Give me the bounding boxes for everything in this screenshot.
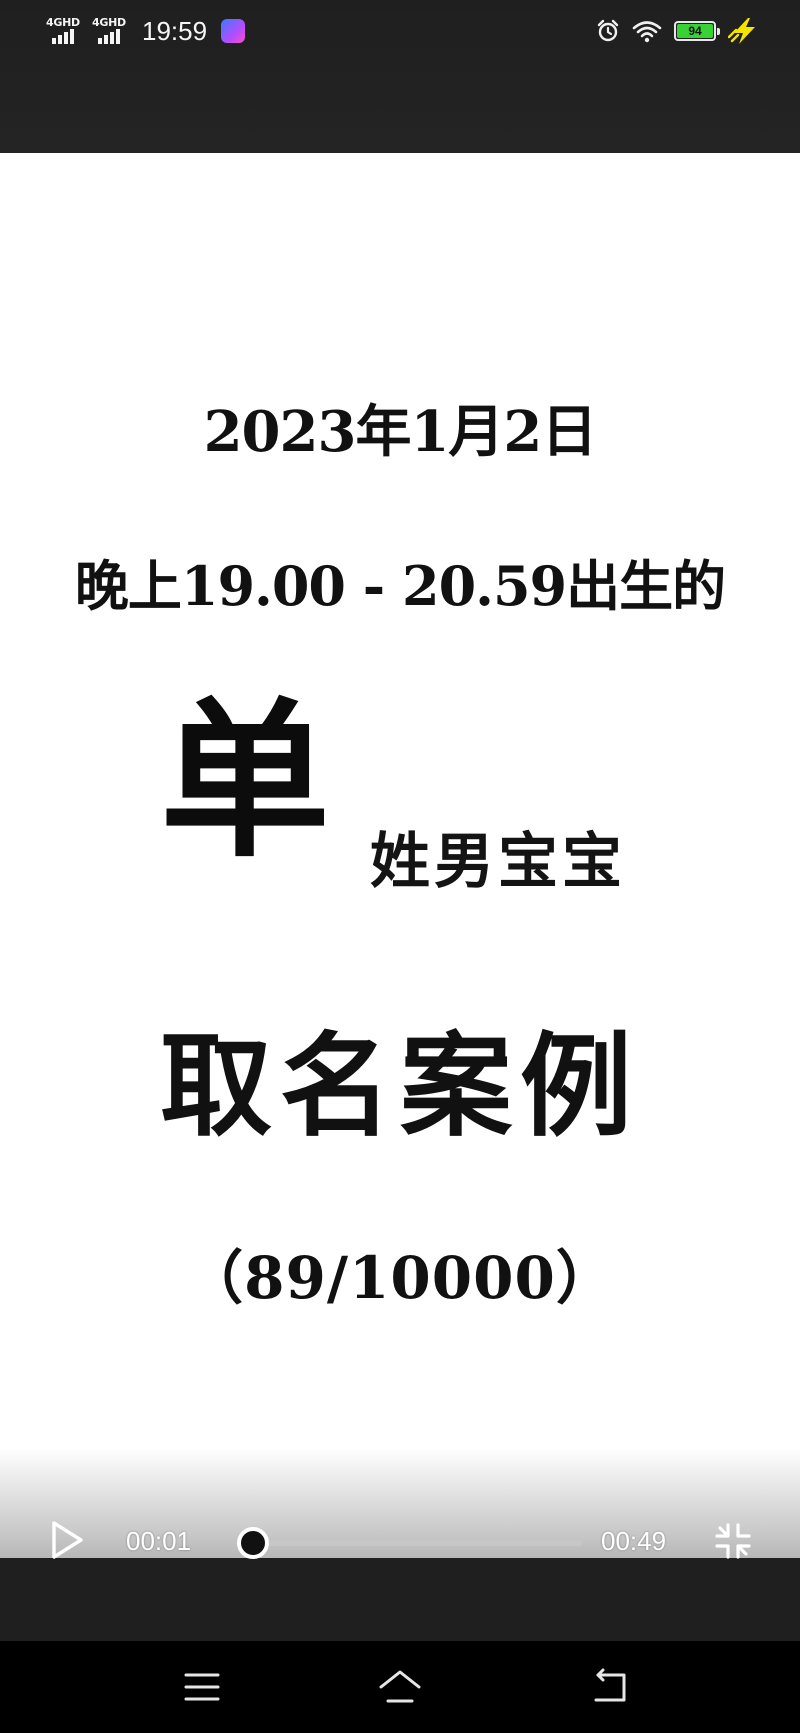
- battery-level: 94: [677, 24, 713, 38]
- signal-icon: 4GHD: [46, 16, 82, 46]
- exit-fullscreen-icon[interactable]: [714, 1522, 752, 1560]
- menu-icon[interactable]: [180, 1667, 224, 1707]
- video-count-line: （89/10000）: [185, 1244, 615, 1312]
- progress-bar[interactable]: [252, 1540, 582, 1546]
- home-icon[interactable]: [378, 1667, 422, 1707]
- status-right: 94: [596, 16, 760, 46]
- signal-icon: 4GHD: [92, 16, 128, 46]
- battery-icon: 94: [674, 21, 720, 41]
- charging-icon: [728, 18, 755, 44]
- video-frame[interactable]: 2023年1月2日 晚上19.00 - 20.59出生的 单 姓男宝宝 取名案例…: [0, 153, 800, 1558]
- screen: 4GHD 4GHD 19:59 94 2023年1月2日 晚上19.00 - 2…: [0, 0, 800, 1733]
- progress-thumb[interactable]: [237, 1527, 269, 1559]
- play-icon[interactable]: [50, 1520, 84, 1560]
- navigation-bar: [0, 1641, 800, 1733]
- video-title-line: 取名案例: [160, 1021, 640, 1152]
- current-time: 00:01: [126, 1526, 192, 1556]
- video-time-line: 晚上19.00 - 20.59出生的: [74, 554, 726, 618]
- back-icon[interactable]: [588, 1667, 632, 1707]
- wifi-icon: [632, 21, 662, 43]
- video-date-line: 2023年1月2日: [203, 399, 598, 465]
- player-controls: 00:01 00:49: [0, 1500, 800, 1584]
- status-bar: 4GHD 4GHD 19:59 94: [0, 0, 800, 153]
- total-time: 00:49: [601, 1526, 667, 1556]
- network-type-2: 4GHD: [92, 16, 126, 29]
- app-notification-icon: [221, 19, 246, 43]
- video-gender-line: 姓男宝宝: [370, 827, 626, 897]
- network-type-1: 4GHD: [46, 16, 80, 29]
- status-time: 19:59: [142, 15, 208, 46]
- alarm-icon: [597, 19, 619, 42]
- status-left: 4GHD 4GHD 19:59: [46, 14, 246, 48]
- video-surname: 单: [160, 681, 331, 881]
